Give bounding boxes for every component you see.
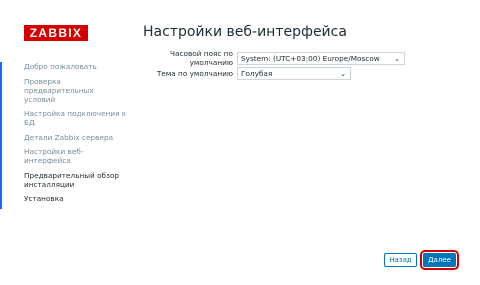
timezone-select[interactable]: System: (UTC+03:00) Europe/Moscow ⌄ — [237, 51, 405, 65]
step-pre-install-summary: Предварительный обзор инсталляции — [24, 170, 120, 189]
page-title: Настройки веб-интерфейса — [143, 24, 347, 40]
timezone-label: Часовой пояс по умолчанию — [170, 49, 233, 67]
step-install: Установка — [24, 194, 64, 203]
next-button[interactable]: Далее — [420, 250, 459, 270]
step-db-connection: Настройка подключения к БД — [24, 109, 127, 127]
chevron-down-icon: ⌄ — [394, 54, 400, 63]
back-button[interactable]: Назад — [384, 253, 417, 267]
theme-row: Тема по умолчанию Голубая ⌄ — [140, 67, 351, 80]
setup-steps-sidebar: Добро пожаловать Проверка предварительны… — [0, 62, 127, 209]
theme-select[interactable]: Голубая ⌄ — [237, 67, 351, 80]
step-gui-settings: Настройки веб-интерфейса — [24, 147, 84, 165]
timezone-row: Часовой пояс по умолчанию System: (UTC+0… — [140, 49, 405, 67]
step-welcome: Добро пожаловать — [24, 62, 97, 71]
theme-value: Голубая — [241, 69, 273, 78]
zabbix-logo: ZABBIX — [24, 25, 88, 41]
theme-label: Тема по умолчанию — [156, 69, 233, 78]
step-prerequisites: Проверка предварительных условий — [24, 76, 94, 104]
step-server-details: Детали Zabbix сервера — [24, 132, 114, 142]
chevron-down-icon: ⌄ — [340, 70, 346, 78]
timezone-value: System: (UTC+03:00) Europe/Moscow — [241, 53, 380, 63]
